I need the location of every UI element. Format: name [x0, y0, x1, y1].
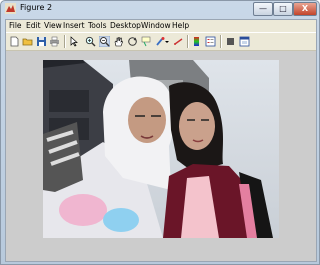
menu-help[interactable]: Help: [172, 21, 189, 30]
pan-hand-icon[interactable]: [113, 36, 124, 47]
menu-desktop[interactable]: Desktop: [110, 21, 141, 30]
minimize-button[interactable]: —: [253, 2, 273, 16]
open-file-icon[interactable]: [22, 36, 33, 47]
show-plot-tools-icon[interactable]: [239, 36, 250, 47]
menu-insert[interactable]: Insert: [63, 21, 85, 30]
title-bar[interactable]: Figure 2 — □ X: [1, 1, 319, 18]
print-icon[interactable]: [49, 36, 60, 47]
colorbar-icon[interactable]: [192, 36, 203, 47]
menu-window[interactable]: Window: [141, 21, 171, 30]
data-cursor-icon[interactable]: [141, 36, 152, 47]
brush-dropdown-icon[interactable]: [164, 36, 170, 47]
menu-edit[interactable]: Edit: [26, 21, 41, 30]
menu-tools[interactable]: Tools: [88, 21, 106, 30]
rotate-3d-icon[interactable]: [127, 36, 138, 47]
legend-icon[interactable]: [205, 36, 216, 47]
figure-canvas[interactable]: [6, 51, 316, 261]
zoom-in-icon[interactable]: [85, 36, 96, 47]
menu-bar: File Edit View Insert Tools Desktop Wind…: [6, 20, 316, 31]
window-title: Figure 2: [20, 3, 53, 12]
arrow-select-icon[interactable]: [69, 36, 80, 47]
matlab-icon: [5, 3, 16, 14]
close-button[interactable]: X: [293, 2, 317, 16]
client-area: File Edit View Insert Tools Desktop Wind…: [5, 19, 317, 262]
figure-photo: [43, 60, 279, 238]
save-icon[interactable]: [36, 36, 47, 47]
link-icon[interactable]: [173, 36, 184, 47]
menu-file[interactable]: File: [9, 21, 22, 30]
maximize-button[interactable]: □: [273, 2, 293, 16]
hide-plot-tools-icon[interactable]: [225, 36, 236, 47]
zoom-out-icon[interactable]: [99, 36, 110, 47]
figure-window: Figure 2 — □ X File Edit View Insert Too…: [0, 0, 320, 265]
menu-view[interactable]: View: [44, 21, 62, 30]
new-figure-icon[interactable]: [9, 36, 20, 47]
figure-toolbar: [6, 32, 316, 51]
